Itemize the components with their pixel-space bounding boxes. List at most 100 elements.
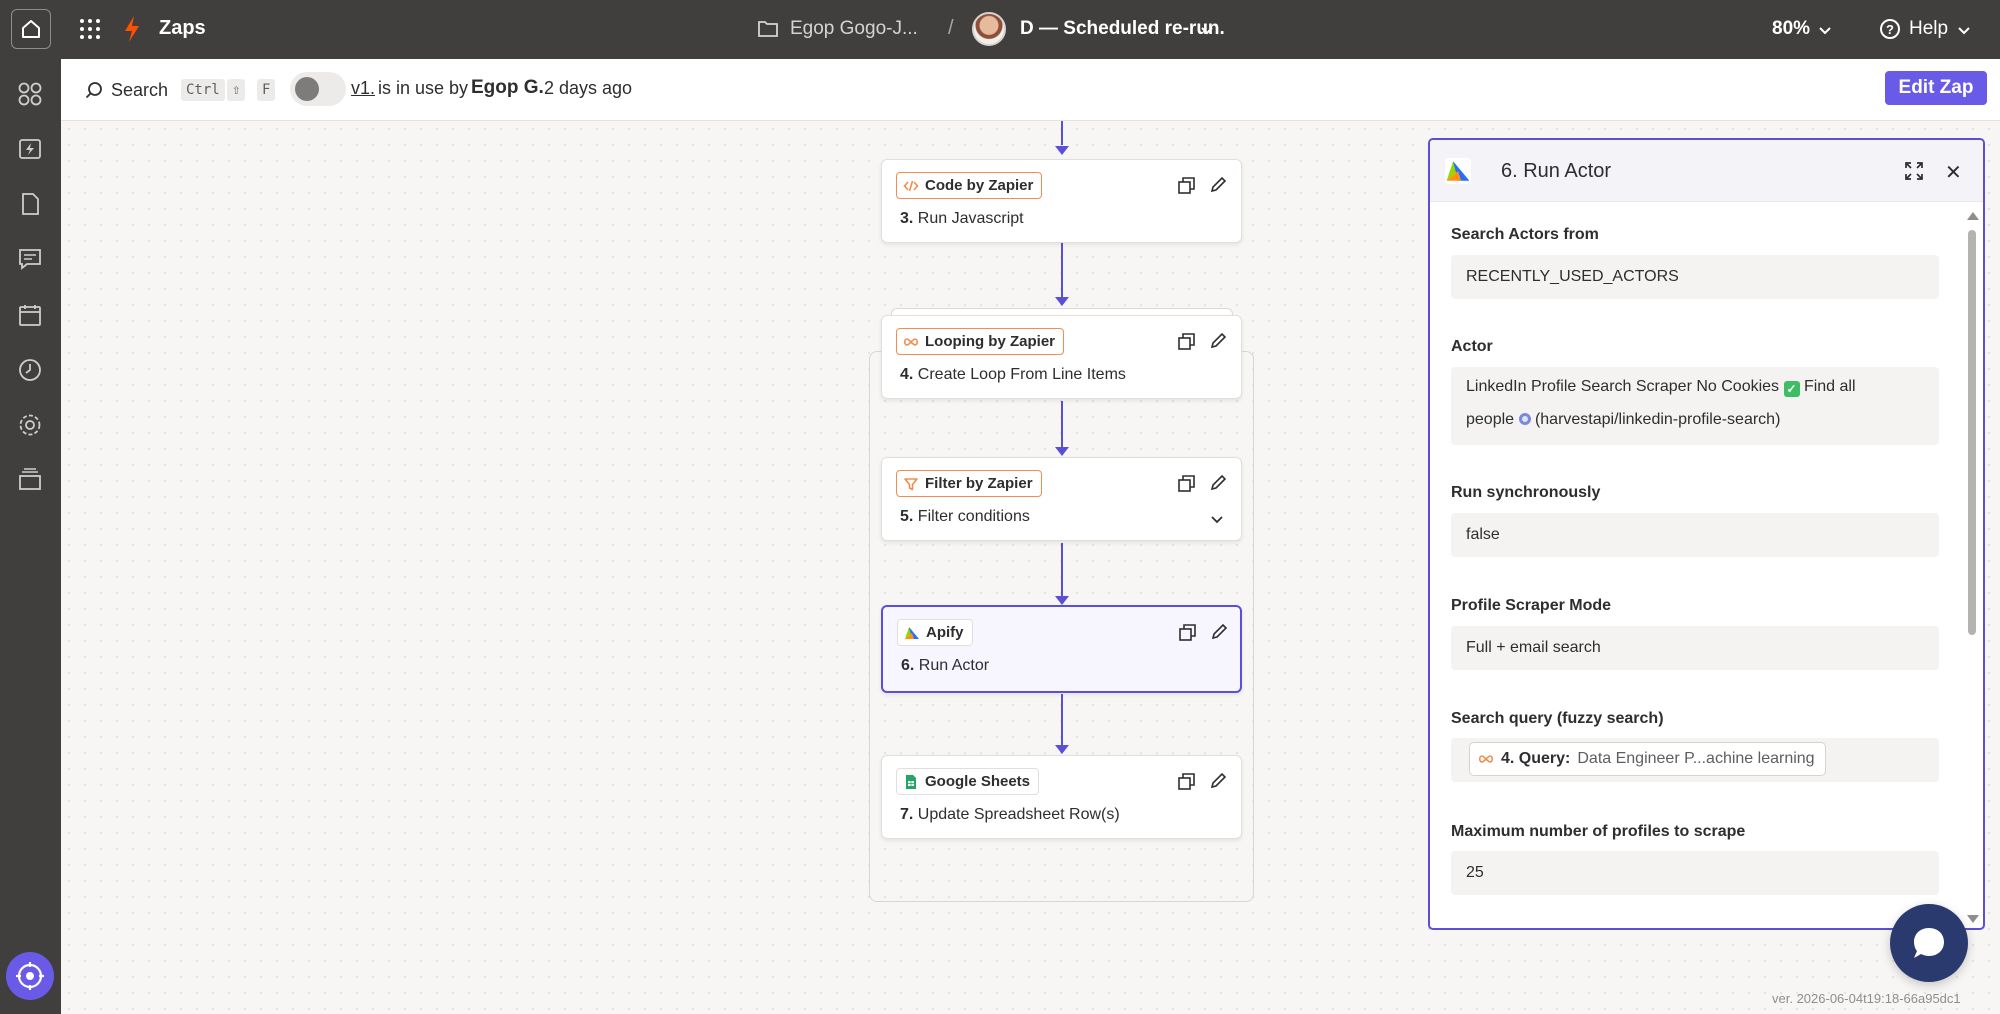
zaps-icon[interactable] xyxy=(17,136,43,162)
connector-line xyxy=(1061,121,1063,145)
field-label: Profile Scraper Mode xyxy=(1451,597,1612,614)
help-icon[interactable]: ? xyxy=(1880,19,1900,39)
run-synchronously-field[interactable]: false xyxy=(1451,513,1939,557)
connector-line xyxy=(1061,543,1063,596)
version-link[interactable]: v1. xyxy=(351,78,375,99)
shortcut-key-f: F xyxy=(257,79,276,101)
step-card-4[interactable]: Looping by Zapier 4. Create Loop From Li… xyxy=(881,315,1242,399)
usage-text: is in use by xyxy=(378,78,469,98)
connector-line xyxy=(1061,401,1063,448)
scroll-up-arrow[interactable] xyxy=(1967,212,1979,220)
zoom-level[interactable]: 80% xyxy=(1772,18,1810,40)
actor-desc: Find all xyxy=(1803,378,1856,395)
step-card-3[interactable]: Code by Zapier 3. Run Javascript xyxy=(881,159,1242,243)
connector-arrow xyxy=(1055,447,1069,456)
app-badge: Looping by Zapier xyxy=(896,328,1064,355)
app-badge: Apify xyxy=(897,619,973,646)
pencil-icon[interactable] xyxy=(1209,332,1227,350)
document-icon[interactable] xyxy=(17,191,43,217)
zapier-bolt-icon xyxy=(125,16,139,42)
help-chevron-down-icon[interactable] xyxy=(1957,23,1971,37)
scroll-down-arrow[interactable] xyxy=(1967,915,1979,923)
chat-bubble-icon xyxy=(1914,928,1944,958)
search-query-field[interactable]: 4. Query: Data Engineer P...achine learn… xyxy=(1451,738,1939,782)
apps-icon[interactable] xyxy=(17,81,43,107)
shortcut-key-shift: ⇧ xyxy=(227,79,246,101)
filter-icon xyxy=(904,477,918,490)
search-button[interactable]: Search xyxy=(111,80,168,101)
step-card-7[interactable]: Google Sheets 7. Update Spreadsheet Row(… xyxy=(881,755,1242,839)
app-title[interactable]: Zaps xyxy=(159,17,206,40)
connector-arrow xyxy=(1055,297,1069,306)
field-label: Search Actors from xyxy=(1451,226,1599,243)
shortcut-key-ctrl: Ctrl xyxy=(181,79,225,101)
search-actors-from-field[interactable]: RECENTLY_USED_ACTORS xyxy=(1451,255,1939,299)
apify-icon xyxy=(905,626,919,639)
app-name: Code by Zapier xyxy=(925,177,1034,194)
step-card-5[interactable]: Filter by Zapier 5. Filter conditions xyxy=(881,457,1242,541)
help-menu[interactable]: Help xyxy=(1909,18,1948,40)
actor-field[interactable]: LinkedIn Profile Search Scraper No Cooki… xyxy=(1451,367,1939,445)
tables-icon[interactable] xyxy=(17,467,43,493)
avatar xyxy=(972,12,1006,46)
breadcrumb-folder[interactable]: Egop Gogo-J... xyxy=(790,18,918,40)
copilot-button[interactable] xyxy=(6,952,54,1000)
home-button[interactable] xyxy=(11,9,51,49)
copy-icon[interactable] xyxy=(1179,624,1196,641)
app-name: Google Sheets xyxy=(925,773,1031,790)
zap-name[interactable]: D — Scheduled re-run. xyxy=(1020,18,1225,40)
actor-id: (harvestapi/linkedin-profile-search) xyxy=(1534,411,1781,428)
chat-icon[interactable] xyxy=(17,246,43,272)
left-sidebar xyxy=(0,59,61,1014)
settings-icon[interactable] xyxy=(17,412,43,438)
step-title: 4. Create Loop From Line Items xyxy=(900,366,1126,383)
time-ago: 2 days ago xyxy=(544,78,633,98)
pencil-icon[interactable] xyxy=(1209,772,1227,790)
chevron-down-icon[interactable] xyxy=(1210,512,1224,526)
step-title: 6. Run Actor xyxy=(901,657,990,674)
search-icon[interactable] xyxy=(85,81,103,99)
step-title: 7. Update Spreadsheet Row(s) xyxy=(900,806,1120,823)
panel-body[interactable]: Search Actors from RECENTLY_USED_ACTORS … xyxy=(1430,202,1983,928)
version-label: ver. 2026-06-04t19:18-66a95dc1 xyxy=(1772,991,1961,1006)
field-label: Search query (fuzzy search) xyxy=(1451,710,1664,727)
copy-icon[interactable] xyxy=(1178,773,1195,790)
max-profiles-field[interactable]: 25 xyxy=(1451,851,1939,895)
pencil-icon[interactable] xyxy=(1209,176,1227,194)
apps-grid-icon[interactable] xyxy=(78,17,100,39)
zoom-chevron-down-icon[interactable] xyxy=(1818,23,1832,37)
copy-icon[interactable] xyxy=(1178,177,1195,194)
breadcrumb-separator: / xyxy=(948,17,954,39)
history-icon[interactable] xyxy=(17,357,43,383)
loop-icon xyxy=(1478,755,1494,763)
pencil-icon[interactable] xyxy=(1209,474,1227,492)
dot-emoji-icon xyxy=(1518,413,1531,425)
apify-icon xyxy=(1445,158,1471,184)
calendar-icon[interactable] xyxy=(17,302,43,328)
mapped-field-pill[interactable]: 4. Query: Data Engineer P...achine learn… xyxy=(1469,742,1826,776)
step-card-6[interactable]: Apify 6. Run Actor xyxy=(881,605,1242,693)
app-badge: Code by Zapier xyxy=(896,172,1043,199)
step-title: 3. Run Javascript xyxy=(900,210,1024,227)
zap-on-off-toggle[interactable] xyxy=(290,72,346,106)
home-icon xyxy=(22,20,40,38)
profile-scraper-mode-field[interactable]: Full + email search xyxy=(1451,626,1939,670)
scrollbar-thumb[interactable] xyxy=(1968,230,1976,635)
pencil-icon[interactable] xyxy=(1210,623,1228,641)
close-icon[interactable]: ✕ xyxy=(1945,160,1962,185)
step-detail-panel: 6. Run Actor ✕ Search Actors from RECENT… xyxy=(1428,138,1985,930)
copy-icon[interactable] xyxy=(1178,333,1195,350)
connector-arrow xyxy=(1055,596,1069,605)
field-label: Run synchronously xyxy=(1451,484,1601,501)
app-badge: Filter by Zapier xyxy=(896,470,1042,497)
connector-line xyxy=(1061,243,1063,297)
edit-zap-button[interactable]: Edit Zap xyxy=(1885,71,1987,105)
panel-title: 6. Run Actor xyxy=(1501,160,1612,182)
copy-icon[interactable] xyxy=(1178,475,1195,492)
sheets-icon xyxy=(906,774,916,789)
chevron-down-icon[interactable] xyxy=(1200,23,1214,37)
expand-icon[interactable] xyxy=(1904,161,1924,181)
chat-support-button[interactable] xyxy=(1890,904,1968,982)
folder-icon xyxy=(758,21,778,37)
field-label: Maximum number of profiles to scrape xyxy=(1451,823,1746,840)
